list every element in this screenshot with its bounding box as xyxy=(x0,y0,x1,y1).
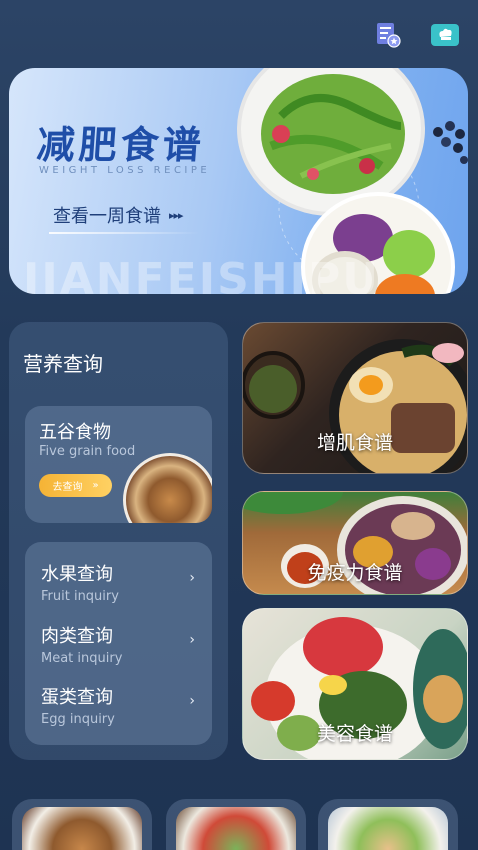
grain-query-button[interactable]: 去查询 » xyxy=(39,474,112,497)
meat-inquiry-item[interactable]: 肉类查询 Meat inquiry › xyxy=(41,622,201,666)
inquiry-card: 水果查询 Fruit inquiry › 肉类查询 Meat inquiry ›… xyxy=(25,542,212,745)
grain-name-en: Five grain food xyxy=(39,444,136,459)
bottom-recipe-card-1[interactable] xyxy=(12,799,152,850)
five-grain-card[interactable]: 五谷食物 Five grain food 去查询 » xyxy=(25,406,212,523)
triple-arrow-icon: ▸▸▸ xyxy=(169,208,184,222)
banner-watermark: JIANFEISHIPU xyxy=(23,254,380,294)
banner-subtitle: WEIGHT LOSS RECIPE xyxy=(39,165,211,176)
fruit-inquiry-label: 水果查询 xyxy=(41,564,113,585)
muscle-gain-label: 增肌食谱 xyxy=(316,432,393,454)
meat-inquiry-en: Meat inquiry xyxy=(41,651,123,666)
weight-loss-banner[interactable]: 减肥食谱 WEIGHT LOSS RECIPE 查看一周食谱 ▸▸▸ JIANF… xyxy=(9,68,468,294)
blueberries-icon xyxy=(433,121,468,164)
double-chevron-icon: » xyxy=(92,480,99,491)
egg-inquiry-item[interactable]: 蛋类查询 Egg inquiry › xyxy=(41,683,201,727)
fruit-inquiry-item[interactable]: 水果查询 Fruit inquiry › xyxy=(41,560,201,604)
bottom-recipe-card-2[interactable] xyxy=(166,799,306,850)
bottom-food-image-3 xyxy=(328,807,448,850)
view-week-recipe-link[interactable]: 查看一周食谱 ▸▸▸ xyxy=(53,202,184,228)
bottom-recipe-card-3[interactable] xyxy=(318,799,458,850)
egg-inquiry-en: Egg inquiry xyxy=(41,712,115,727)
nutrition-title: 营养查询 xyxy=(23,352,103,376)
muscle-gain-recipe-card[interactable]: 增肌食谱 xyxy=(242,322,468,474)
chevron-right-icon: › xyxy=(189,570,195,586)
bottom-food-image-2 xyxy=(176,807,296,850)
recipe-badge-icon[interactable] xyxy=(372,20,404,50)
chevron-right-icon: › xyxy=(189,693,195,709)
nutrition-panel: 营养查询 五谷食物 Five grain food 去查询 » 水果查询 Fru… xyxy=(9,322,228,760)
egg-inquiry-label: 蛋类查询 xyxy=(41,687,113,708)
banner-title: 减肥食谱 xyxy=(35,123,207,167)
immunity-recipe-card[interactable]: 免疫力食谱 xyxy=(242,491,468,595)
immunity-label: 免疫力食谱 xyxy=(307,562,403,584)
grain-name: 五谷食物 xyxy=(39,422,111,443)
meat-inquiry-label: 肉类查询 xyxy=(41,626,113,647)
beauty-recipe-card[interactable]: 美容食谱 xyxy=(242,608,468,760)
grain-plate-image xyxy=(123,453,212,523)
view-week-recipe-label: 查看一周食谱 xyxy=(53,206,161,227)
fruit-inquiry-en: Fruit inquiry xyxy=(41,589,119,604)
header-icons xyxy=(372,20,462,50)
beauty-label: 美容食谱 xyxy=(316,723,393,745)
grain-query-label: 去查询 xyxy=(52,482,83,493)
chevron-right-icon: › xyxy=(189,632,195,648)
link-underline xyxy=(49,232,199,234)
bottom-food-image-1 xyxy=(22,807,142,850)
chef-hat-icon[interactable] xyxy=(430,20,462,50)
